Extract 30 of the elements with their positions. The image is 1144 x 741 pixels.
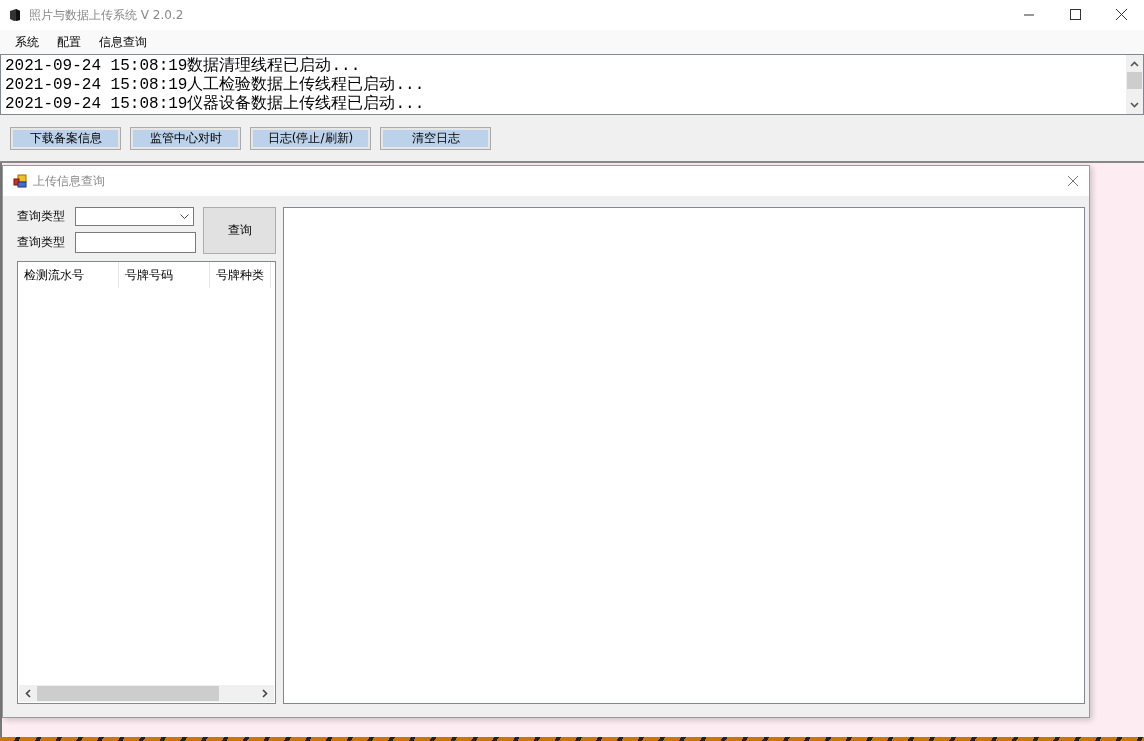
scroll-right-icon[interactable] [262, 689, 268, 698]
column-header[interactable]: 号牌种类 [210, 262, 271, 288]
scroll-down-icon[interactable] [1130, 102, 1139, 108]
app-icon [9, 8, 21, 22]
vertical-scrollbar[interactable] [1126, 55, 1143, 114]
menu-item[interactable]: 信息查询 [90, 33, 156, 51]
toolbar-button[interactable]: 日志(停止/刷新) [250, 126, 371, 150]
close-icon[interactable] [1067, 175, 1079, 187]
toolbar-button[interactable]: 下载备案信息 [10, 126, 121, 150]
horizontal-scrollbar[interactable] [19, 685, 274, 702]
caret-icon [180, 214, 189, 219]
menu-item[interactable]: 配置 [48, 33, 90, 51]
scroll-left-icon[interactable] [25, 689, 31, 698]
log-line: 2021-09-24 15:08:19仪器设备数据上传线程已启动... [5, 95, 426, 114]
field-label: 查询类型 [17, 234, 66, 251]
column-header[interactable]: 检测流水号 [18, 262, 119, 288]
child-window-title: 上传信息查询 [33, 172, 106, 190]
field-label: 查询类型 [17, 208, 66, 225]
form-icon [13, 174, 27, 188]
column-header[interactable]: 号牌号码 [119, 262, 210, 288]
window-title: 照片与数据上传系统 V 2.0.2 [29, 6, 185, 24]
input-field[interactable] [75, 232, 196, 253]
log-line: 2021-09-24 15:08:19数据清理线程已启动... [5, 57, 362, 75]
log-line: 2021-09-24 15:08:19人工检验数据上传线程已启动... [5, 76, 426, 94]
dropdown[interactable] [75, 207, 194, 226]
toolbar-button[interactable]: 监管中心对时 [130, 126, 241, 150]
menu-item[interactable]: 系统 [6, 33, 48, 51]
toolbar-button[interactable]: 清空日志 [380, 126, 491, 150]
query-button[interactable]: 查询 [203, 207, 276, 254]
scroll-up-icon[interactable] [1130, 61, 1139, 67]
